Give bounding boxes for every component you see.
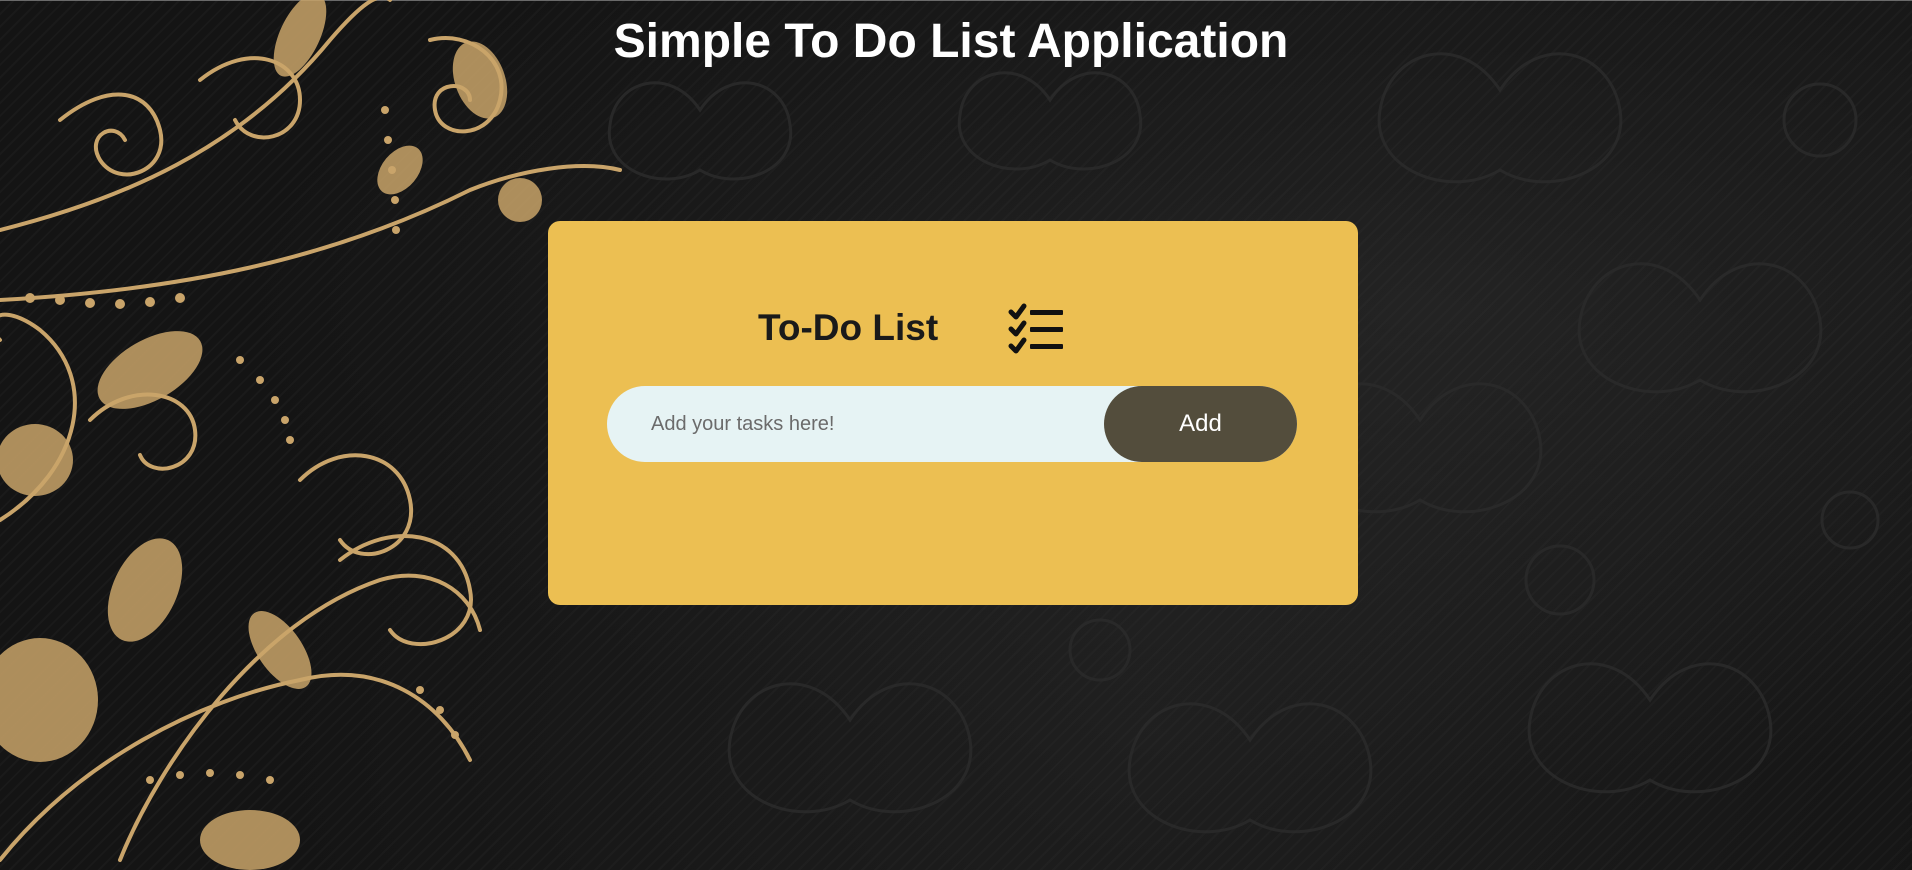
todo-card: To-Do List Add xyxy=(548,221,1358,605)
top-border xyxy=(0,0,1912,1)
task-input[interactable] xyxy=(651,386,1091,462)
page-title: Simple To Do List Application xyxy=(613,15,1289,68)
checklist-icon xyxy=(1008,303,1063,354)
add-button[interactable]: Add xyxy=(1104,386,1297,462)
task-input-row: Add xyxy=(607,386,1297,462)
todo-card-header: To-Do List xyxy=(548,301,1358,355)
todo-heading: To-Do List xyxy=(758,307,939,348)
